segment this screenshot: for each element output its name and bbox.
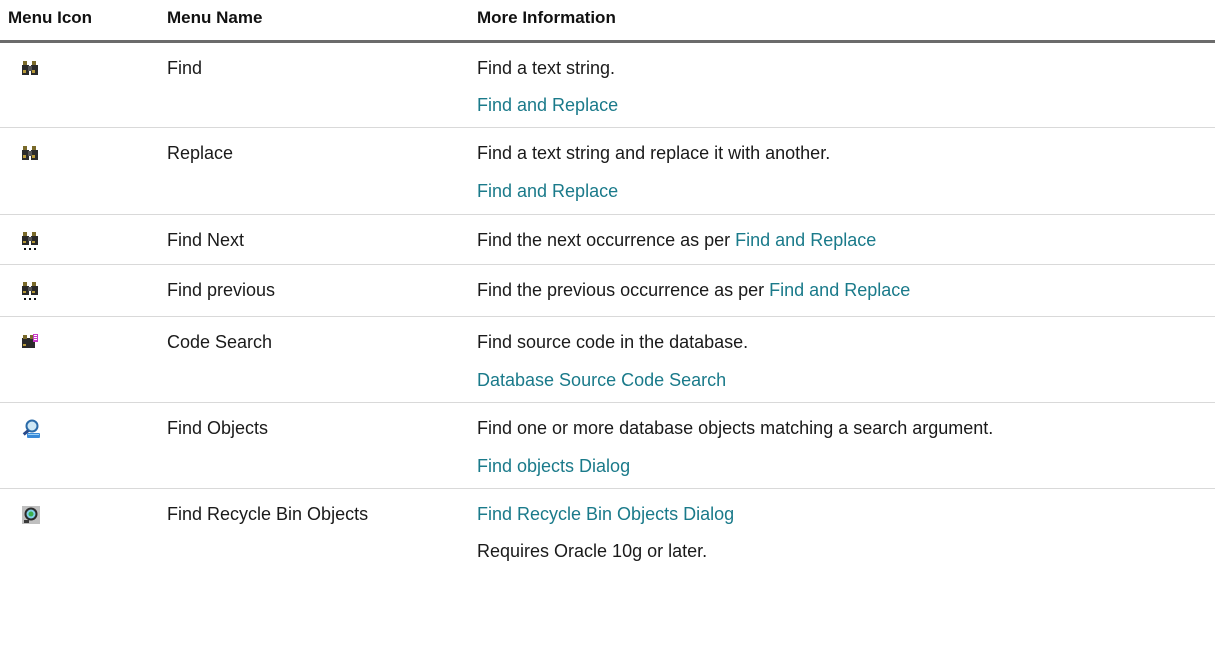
info-line: Find the previous occurrence as per Find… xyxy=(477,280,910,301)
header-menu-name: Menu Name xyxy=(167,8,263,27)
find-recycle-bin-objects-dialog-link[interactable]: Find Recycle Bin Objects Dialog xyxy=(477,504,734,525)
menu-name: Code Search xyxy=(167,332,273,352)
binoculars-next-icon xyxy=(21,231,39,250)
table-row: Replace Find a text string and replace i… xyxy=(0,128,1215,215)
recycle-bin-search-icon xyxy=(21,505,40,524)
menu-table: Menu Icon Menu Name More Information Fin… xyxy=(0,0,1215,649)
info-line: Find the next occurrence as per Find and… xyxy=(477,230,876,251)
database-source-code-search-link[interactable]: Database Source Code Search xyxy=(477,370,726,391)
find-and-replace-link[interactable]: Find and Replace xyxy=(477,181,618,202)
binoculars-icon xyxy=(21,59,39,77)
menu-name: Find Recycle Bin Objects xyxy=(167,504,369,524)
find-and-replace-link[interactable]: Find and Replace xyxy=(477,95,618,116)
find-and-replace-link[interactable]: Find and Replace xyxy=(769,280,910,300)
find-objects-icon xyxy=(21,419,40,438)
menu-name: Find previous xyxy=(167,280,276,300)
header-menu-icon: Menu Icon xyxy=(8,8,93,27)
info-text: Find the previous occurrence as per xyxy=(477,280,770,300)
menu-name: Replace xyxy=(167,143,234,163)
table-row: Find Next Find the next occurrence as pe… xyxy=(0,215,1215,265)
code-search-icon xyxy=(21,333,39,351)
header-more-information: More Information xyxy=(477,8,616,27)
table-row: Find Objects Find one or more database o… xyxy=(0,403,1215,489)
info-text: Find the next occurrence as per xyxy=(477,230,736,250)
info-text: Find a text string and replace it with a… xyxy=(477,143,831,163)
menu-name: Find xyxy=(167,58,203,78)
table-row: Find Find a text string. Find and Replac… xyxy=(0,43,1215,128)
menu-name: Find Objects xyxy=(167,418,269,438)
find-and-replace-link[interactable]: Find and Replace xyxy=(735,230,876,250)
table-row: Find previous Find the previous occurren… xyxy=(0,265,1215,317)
menu-name: Find Next xyxy=(167,230,245,250)
table-header: Menu Icon Menu Name More Information xyxy=(0,0,1215,43)
info-text: Requires Oracle 10g or later. xyxy=(477,541,708,561)
info-text: Find one or more database objects matchi… xyxy=(477,418,994,438)
binoculars-previous-icon xyxy=(21,281,39,300)
info-text: Find source code in the database. xyxy=(477,332,749,352)
table-row: Code Search Find source code in the data… xyxy=(0,317,1215,403)
info-text: Find a text string. xyxy=(477,58,616,78)
table-row: Find Recycle Bin Objects Find Recycle Bi… xyxy=(0,489,1215,649)
binoculars-icon xyxy=(21,144,39,162)
find-objects-dialog-link[interactable]: Find objects Dialog xyxy=(477,456,630,477)
